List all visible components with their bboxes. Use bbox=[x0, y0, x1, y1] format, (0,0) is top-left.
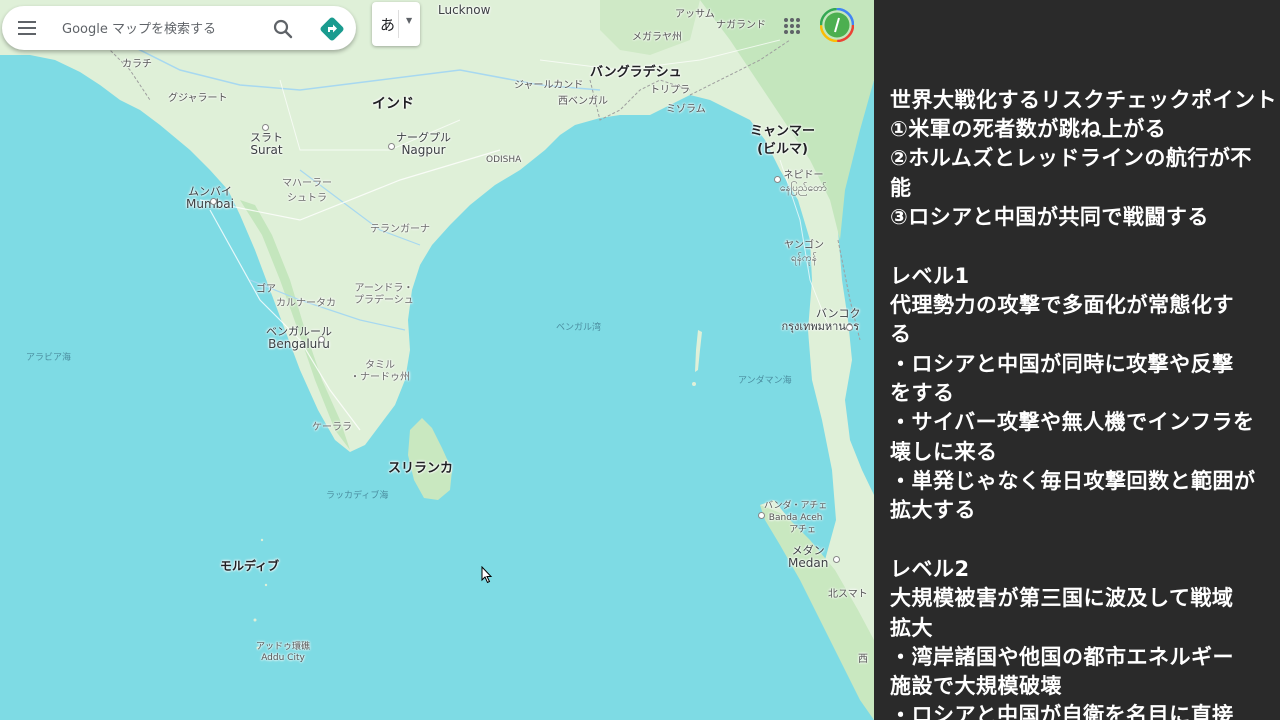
map-label-kerala: ケーララ bbox=[312, 422, 352, 433]
overlay-line: 代理勢力の攻撃で多面化が常態化す bbox=[890, 293, 1234, 317]
map-marker-nagpur bbox=[388, 143, 395, 150]
map-label-karachi: カラチ bbox=[122, 59, 152, 70]
map-label-nagaland: ナガランド bbox=[716, 20, 766, 31]
map-label-mumbai: ムンバイ Mumbai bbox=[186, 185, 234, 211]
overlay-line-heading: 世界大戦化するリスクチェックポイント bbox=[890, 88, 1277, 112]
overlay-line: 拡大する bbox=[890, 498, 976, 522]
map-label-india: インド bbox=[372, 96, 414, 112]
map-label-addu-city: アッドゥ環礁 Addu City bbox=[256, 642, 311, 663]
map-label-meghalaya: メガラヤ州 bbox=[632, 32, 682, 43]
commentary-panel: 世界大戦化するリスクチェックポイント ①米軍の死者数が跳ね上がる ②ホルムズとレ… bbox=[874, 0, 1280, 720]
overlay-line: ・湾岸諸国や他国の都市エネルギー bbox=[890, 645, 1234, 669]
overlay-line: 拡大 bbox=[890, 616, 933, 640]
map-label-jharkhand: ジャールカンド bbox=[514, 80, 584, 91]
map-label-goa: ゴア bbox=[256, 284, 276, 295]
map-label-tamil-nadu: タミル ・ナードゥ州 bbox=[350, 360, 410, 383]
overlay-line: ・ロシアと中国が自衛を名目に直接 bbox=[890, 703, 1234, 720]
map-label-assam: アッサム bbox=[675, 9, 715, 20]
map-label-odisha: ODISHA bbox=[486, 155, 522, 165]
overlay-line-level2: レベル2 bbox=[890, 557, 970, 581]
map-marker-bengaluru bbox=[318, 336, 325, 343]
map-label-laccadive-sea: ラッカディブ海 bbox=[326, 491, 389, 501]
map-label-banda-aceh: バンダ・アチェ Banda Aceh アチェ bbox=[764, 501, 828, 535]
map-marker-mumbai bbox=[210, 198, 217, 205]
overlay-line: 大規模被害が第三国に波及して戦域 bbox=[890, 586, 1234, 610]
overlay-line: ・サイバー攻撃や無人機でインフラを bbox=[890, 410, 1255, 434]
overlay-line: をする bbox=[890, 381, 955, 405]
apps-grid-icon[interactable] bbox=[782, 16, 802, 36]
map-label-gujarat: グジャラート bbox=[168, 93, 228, 104]
map-label-bangladesh: バングラデシュ bbox=[590, 65, 682, 80]
search-input[interactable] bbox=[60, 16, 254, 42]
map-label-mizoram: ミゾラム bbox=[666, 104, 706, 115]
caret-down-icon[interactable]: ▼ bbox=[406, 16, 412, 25]
overlay-line-level1: レベル1 bbox=[890, 264, 970, 288]
overlay-line: ・ロシアと中国が同時に攻撃や反撃 bbox=[890, 352, 1234, 376]
map-label-yangon: ヤンゴン ရန်ကုန် bbox=[784, 240, 824, 264]
map-marker-banda-aceh bbox=[758, 512, 765, 519]
overlay-line: 能 bbox=[890, 176, 912, 200]
overlay-line: る bbox=[890, 322, 912, 346]
directions-icon[interactable] bbox=[318, 15, 346, 43]
map-label-nagpur: ナーグプル Nagpur bbox=[396, 131, 451, 157]
map-base-layer bbox=[0, 0, 874, 720]
ime-toggle[interactable]: あ ▼ bbox=[372, 2, 420, 46]
menu-icon[interactable] bbox=[16, 18, 38, 38]
map-label-telangana: テランガーナ bbox=[370, 224, 430, 235]
map-label-maldives: モルディブ bbox=[220, 559, 280, 573]
map-canvas[interactable]: Lucknow アッサム ナガランド メガラヤ州 カラチ グジャラート インド … bbox=[0, 0, 874, 720]
ime-divider bbox=[398, 10, 399, 38]
map-label-maharashtra: マハーラー シュトラ bbox=[282, 178, 332, 204]
search-bar bbox=[2, 6, 356, 50]
overlay-line: 壊しに来る bbox=[890, 440, 998, 464]
map-label-andaman-sea: アンダマン海 bbox=[738, 376, 792, 386]
mouse-cursor-icon bbox=[481, 565, 493, 588]
map-label-lucknow: Lucknow bbox=[438, 3, 491, 17]
map-marker-naypyidaw bbox=[774, 176, 781, 183]
overlay-line: ・単発じゃなく毎日攻撃回数と範囲が bbox=[890, 469, 1256, 493]
map-label-medan: メダン Medan bbox=[788, 544, 829, 570]
map-label-bay-of-bengal: ベンガル湾 bbox=[556, 323, 602, 333]
account-avatar-icon[interactable] bbox=[819, 7, 855, 43]
overlay-line: ③ロシアと中国が共同で戦闘する bbox=[890, 205, 1209, 229]
overlay-line: ①米軍の死者数が跳ね上がる bbox=[890, 117, 1167, 141]
map-label-karnataka: カルナータカ bbox=[276, 298, 336, 309]
map-label-west-edge: 西 bbox=[858, 654, 868, 665]
map-label-andhra-pradesh: アーンドラ・ プラデーシュ bbox=[354, 283, 414, 306]
map-label-sri-lanka: スリランカ bbox=[388, 461, 454, 476]
map-label-naypyidaw: ネピドー နေပြည်တော် bbox=[780, 170, 827, 194]
map-label-west-bengal: 西ベンガル bbox=[558, 96, 608, 107]
search-icon[interactable] bbox=[270, 16, 296, 42]
map-label-myanmar: ミャンマー (ビルマ) bbox=[750, 124, 816, 157]
ime-character: あ bbox=[380, 16, 396, 34]
map-label-surat: スラト Surat bbox=[250, 131, 283, 157]
map-label-tripura: トリプラ bbox=[650, 85, 690, 96]
overlay-line: ②ホルムズとレッドラインの航行が不 bbox=[890, 146, 1252, 170]
map-label-arabian-sea: アラビア海 bbox=[26, 353, 72, 363]
map-marker-medan bbox=[833, 556, 840, 563]
map-marker-surat bbox=[262, 124, 269, 131]
overlay-line: 施設で大規模破壊 bbox=[890, 674, 1062, 698]
map-label-north-sumatra: 北スマト bbox=[828, 589, 868, 600]
map-marker-bangkok bbox=[846, 324, 853, 331]
